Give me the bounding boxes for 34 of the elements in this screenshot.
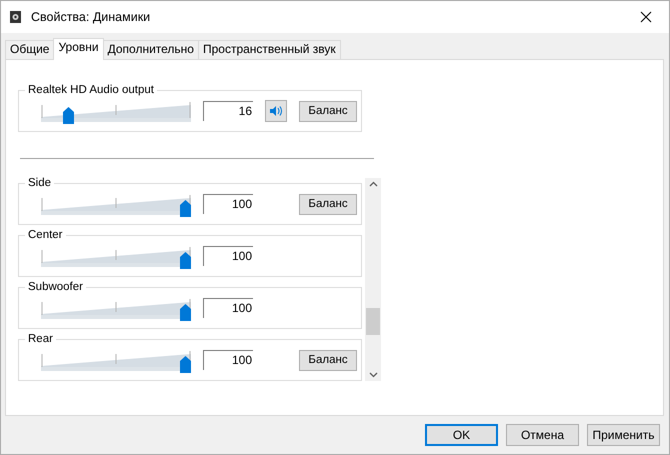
tab[interactable]: Уровни xyxy=(53,38,104,60)
scrollbar[interactable] xyxy=(365,178,381,381)
window-title: Свойства: Динамики xyxy=(31,8,152,26)
volume-slider[interactable] xyxy=(41,99,191,123)
speaker-icon xyxy=(9,10,23,24)
balance-button[interactable]: Баланс xyxy=(299,100,357,122)
dialog-button[interactable]: Отмена xyxy=(506,424,579,446)
close-icon xyxy=(640,11,652,23)
volume-slider[interactable] xyxy=(41,244,191,268)
slider-thumb[interactable] xyxy=(63,106,74,123)
slider-thumb[interactable] xyxy=(180,199,191,216)
volume-slider[interactable] xyxy=(41,348,191,372)
balance-button[interactable]: Баланс xyxy=(299,350,357,370)
balance-button[interactable]: Баланс xyxy=(299,194,357,214)
volume-slider[interactable] xyxy=(41,296,191,320)
volume-slider[interactable] xyxy=(41,192,191,216)
dialog-button[interactable]: Применить xyxy=(587,424,660,446)
ok-button[interactable]: OK xyxy=(425,424,498,446)
group-label: Realtek HD Audio output xyxy=(25,83,157,97)
scrollbar-thumb[interactable] xyxy=(366,308,380,335)
tab[interactable]: Пространственный звук xyxy=(198,40,341,59)
tab[interactable]: Общие xyxy=(5,40,54,59)
level-field[interactable]: 100 xyxy=(203,246,253,266)
scroll-up-icon[interactable] xyxy=(368,181,378,187)
scroll-down-icon[interactable] xyxy=(368,372,378,378)
level-field[interactable]: 100 xyxy=(203,194,253,214)
mute-button[interactable] xyxy=(265,100,287,122)
slider-thumb[interactable] xyxy=(180,251,191,268)
slider-thumb[interactable] xyxy=(180,303,191,320)
level-field[interactable]: 100 xyxy=(203,298,253,318)
speaker-icon xyxy=(269,104,283,118)
slider-thumb[interactable] xyxy=(180,355,191,372)
level-field[interactable]: 16 xyxy=(203,101,253,121)
level-field[interactable]: 100 xyxy=(203,350,253,370)
